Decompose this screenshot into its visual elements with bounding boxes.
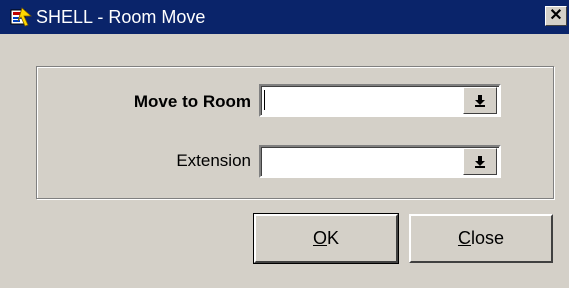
close-mnemonic: C bbox=[457, 228, 471, 248]
close-label-rest: lose bbox=[470, 228, 505, 248]
move-to-room-input[interactable] bbox=[263, 88, 459, 113]
dropdown-arrow-icon bbox=[475, 156, 485, 168]
ok-label-rest: K bbox=[327, 228, 340, 248]
close-button[interactable]: Close bbox=[409, 214, 553, 263]
extension-input[interactable] bbox=[263, 149, 459, 174]
close-icon[interactable]: ✕ bbox=[545, 6, 567, 26]
move-to-room-dropdown-button[interactable] bbox=[463, 87, 497, 114]
extension-label: Extension bbox=[176, 151, 251, 170]
extension-combo[interactable] bbox=[259, 145, 501, 178]
window-title: SHELL - Room Move bbox=[36, 7, 206, 27]
text-caret bbox=[264, 90, 265, 110]
ok-button[interactable]: OK bbox=[253, 213, 399, 264]
move-to-room-label: Move to Room bbox=[133, 92, 251, 111]
app-icon bbox=[10, 7, 32, 27]
room-move-dialog: SHELL - Room Move ✕ Move to Room Extensi… bbox=[0, 0, 569, 288]
move-to-room-combo[interactable] bbox=[259, 84, 501, 117]
dropdown-arrow-icon bbox=[475, 95, 485, 107]
ok-mnemonic: O bbox=[312, 228, 327, 248]
extension-dropdown-button[interactable] bbox=[463, 148, 497, 175]
title-bar[interactable]: SHELL - Room Move ✕ bbox=[0, 0, 569, 34]
